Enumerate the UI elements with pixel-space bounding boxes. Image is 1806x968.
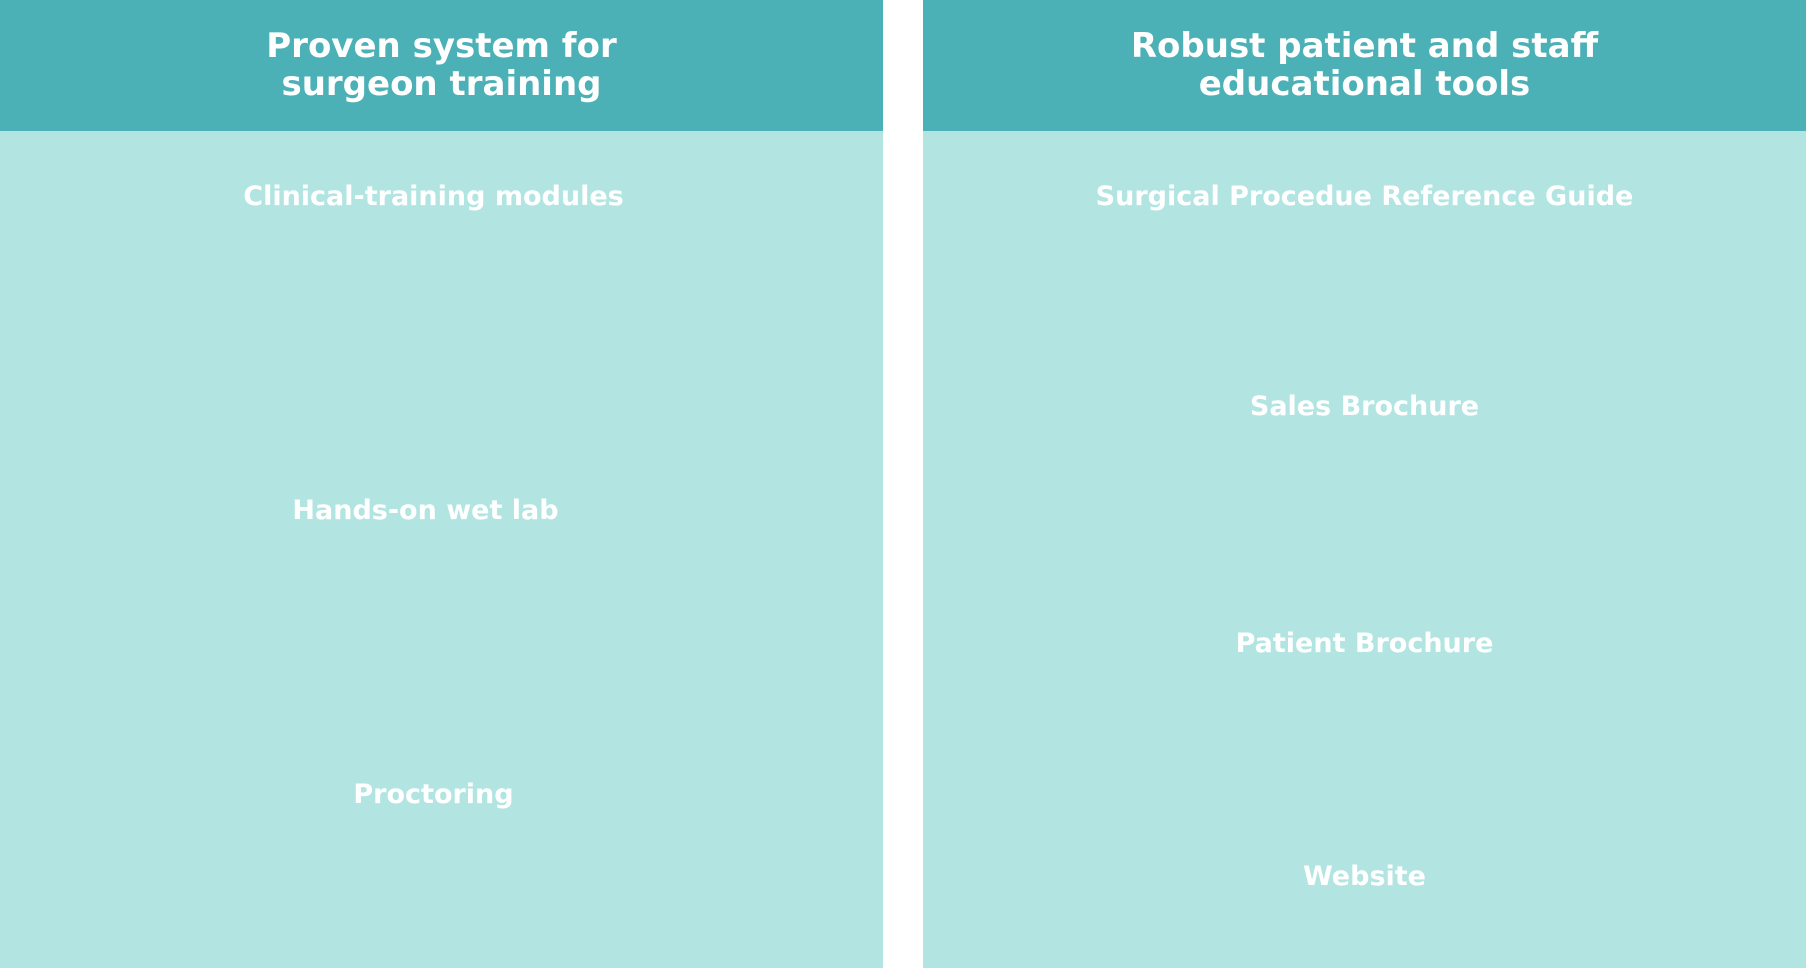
left-item-wet-lab: Hands-on wet lab xyxy=(292,495,559,526)
right-item-website: Website xyxy=(1302,861,1426,892)
right-column: Robust patient and staff educational too… xyxy=(923,0,1806,968)
left-item-clinical-training: Clinical-training modules xyxy=(243,181,624,212)
left-header-title: Proven system for surgeon training xyxy=(266,25,617,104)
right-header: Robust patient and staff educational too… xyxy=(923,0,1806,131)
left-item-proctoring: Proctoring xyxy=(353,779,514,810)
right-item-reference-guide: Surgical Procedue Reference Guide xyxy=(1095,181,1634,212)
right-header-title: Robust patient and staff educational too… xyxy=(1130,25,1599,104)
left-header: Proven system for surgeon training xyxy=(0,0,883,131)
right-item-sales-brochure: Sales Brochure xyxy=(1249,391,1480,422)
right-item-patient-brochure: Patient Brochure xyxy=(1235,628,1494,659)
left-column: Proven system for surgeon training Clini… xyxy=(0,0,883,968)
